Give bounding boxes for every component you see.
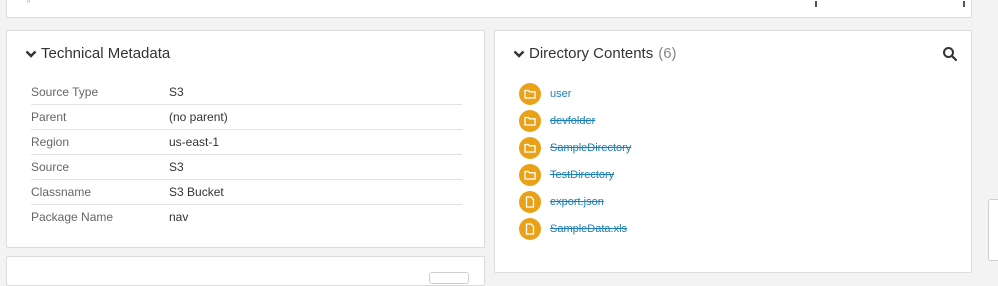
table-row: Source S3	[31, 154, 462, 180]
folder-icon	[519, 83, 541, 105]
metadata-key: Source Type	[31, 80, 169, 105]
metadata-table: Source Type S3 Parent (no parent) Region…	[31, 80, 462, 229]
technical-metadata-title: Technical Metadata	[41, 45, 171, 62]
feedback-tab[interactable]	[988, 199, 998, 261]
directory-contents-count: (6)	[658, 45, 677, 62]
directory-item-link[interactable]: TestDirectory	[550, 169, 614, 181]
file-icon	[519, 191, 541, 213]
metadata-key: Classname	[31, 179, 169, 205]
top-panel-partial-text	[963, 1, 965, 7]
directory-item-link[interactable]: devfolder	[550, 115, 595, 127]
chevron-down-icon[interactable]	[513, 48, 525, 60]
metadata-value: S3	[169, 80, 462, 105]
directory-item-link[interactable]: user	[550, 88, 571, 100]
metadata-value: S3 Bucket	[169, 179, 462, 205]
folder-icon	[519, 110, 541, 132]
chevron-down-icon[interactable]	[25, 48, 37, 60]
metadata-value: us-east-1	[169, 129, 462, 155]
top-panel-partial-text	[815, 1, 817, 7]
metadata-key: Package Name	[31, 210, 114, 224]
list-item: TestDirectory	[519, 164, 631, 186]
technical-metadata-header[interactable]: Technical Metadata	[25, 45, 170, 62]
list-item: SampleDirectory	[519, 137, 631, 159]
table-row: Parent (no parent)	[31, 104, 462, 130]
technical-metadata-panel: Technical Metadata Source Type S3 Parent…	[6, 30, 485, 248]
top-panel: ”	[6, 0, 972, 18]
list-item: SampleData.xls	[519, 218, 631, 240]
metadata-key: Parent	[31, 104, 169, 130]
bottom-panel-button[interactable]	[429, 272, 469, 284]
table-row: Classname S3 Bucket	[31, 179, 462, 205]
top-panel-partial-icon: ”	[27, 0, 30, 9]
directory-item-link[interactable]: export.json	[550, 196, 604, 208]
list-item: devfolder	[519, 110, 631, 132]
folder-icon	[519, 137, 541, 159]
directory-contents-panel: Directory Contents (6) user devfolder Sa…	[494, 30, 972, 273]
table-row: Source Type S3	[31, 80, 462, 105]
directory-contents-title: Directory Contents	[529, 45, 654, 62]
directory-item-link[interactable]: SampleDirectory	[550, 142, 631, 154]
metadata-value: nav	[169, 210, 189, 224]
list-item: user	[519, 83, 631, 105]
list-item: export.json	[519, 191, 631, 213]
folder-icon	[519, 164, 541, 186]
table-row: Package Name nav	[31, 205, 462, 230]
directory-item-link[interactable]: SampleData.xls	[550, 223, 627, 235]
table-row: Region us-east-1	[31, 129, 462, 155]
metadata-value: S3	[169, 154, 462, 180]
metadata-key: Source	[31, 154, 169, 180]
directory-list: user devfolder SampleDirectory TestDirec…	[519, 83, 631, 245]
metadata-value: (no parent)	[169, 104, 462, 130]
bottom-panel	[6, 256, 485, 286]
search-icon[interactable]	[942, 46, 958, 62]
file-icon	[519, 218, 541, 240]
directory-contents-header[interactable]: Directory Contents (6)	[513, 45, 677, 62]
metadata-key: Region	[31, 129, 169, 155]
